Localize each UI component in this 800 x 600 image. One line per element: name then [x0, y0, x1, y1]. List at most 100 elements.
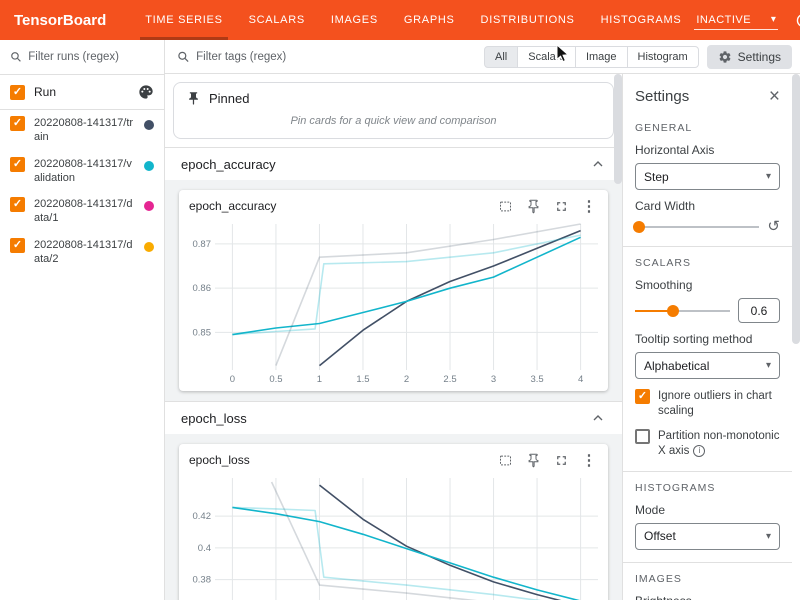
run-label: 20220808-141317/train	[34, 116, 135, 145]
card-title: epoch_accuracy	[189, 199, 276, 213]
card-header: epoch_loss ⋮	[179, 444, 608, 472]
theme-toggle-icon[interactable]	[793, 10, 800, 30]
svg-text:0.85: 0.85	[193, 327, 212, 338]
nav-tab-histograms[interactable]: HISTOGRAMS	[588, 0, 695, 40]
section-header-epoch-accuracy[interactable]: epoch_accuracy	[165, 147, 622, 180]
chevron-up-icon[interactable]	[590, 410, 606, 426]
partition-x-axis-row[interactable]: Partition non-monotonic X axisi	[635, 429, 780, 459]
svg-text:3: 3	[491, 374, 496, 385]
main-column: All Scalars Image Histogram Settings Pin…	[165, 40, 800, 600]
line-chart-epoch-accuracy[interactable]: 00.511.522.533.540.850.860.87	[181, 218, 606, 386]
slider-thumb[interactable]	[633, 221, 645, 233]
settings-panel: Settings × GENERAL Horizontal Axis Step …	[622, 74, 800, 600]
run-color-dot	[144, 161, 154, 171]
card-actions: ⋮	[496, 451, 598, 469]
partition-x-axis-label: Partition non-monotonic X axis	[658, 430, 779, 457]
scalar-card-epoch-loss: epoch_loss ⋮ 00.511.522.533.540.360.380.…	[179, 444, 608, 600]
scalar-card-epoch-accuracy: epoch_accuracy ⋮ 00.511.522.533.540.850.…	[179, 190, 608, 391]
section-epoch-accuracy: epoch_accuracy epoch_accuracy	[165, 147, 622, 401]
fullscreen-icon[interactable]	[552, 451, 570, 469]
close-icon[interactable]: ×	[769, 87, 780, 106]
gear-icon	[718, 50, 732, 64]
card-width-slider[interactable]	[635, 220, 759, 234]
more-options-icon[interactable]: ⋮	[580, 451, 598, 469]
panel-scrollbar-thumb[interactable]	[792, 74, 800, 344]
horizontal-axis-select[interactable]: Step ▾	[635, 163, 780, 190]
fit-domain-icon[interactable]	[496, 451, 514, 469]
nav-tab-graphs[interactable]: GRAPHS	[391, 0, 468, 40]
pin-card-icon[interactable]	[524, 451, 542, 469]
section-title: epoch_accuracy	[181, 157, 276, 172]
smoothing-label: Smoothing	[635, 278, 780, 292]
svg-text:2.5: 2.5	[443, 374, 456, 385]
tag-filter-scalars[interactable]: Scalars	[517, 46, 576, 68]
run-list-item-train[interactable]: 20220808-141317/train	[0, 110, 164, 151]
select-all-runs-checkbox[interactable]	[10, 85, 25, 100]
svg-text:1: 1	[317, 374, 322, 385]
nav-tab-scalars[interactable]: SCALARS	[236, 0, 318, 40]
card-area: epoch_accuracy ⋮ 00.511.522.533.540.850.…	[165, 180, 622, 401]
nav-tab-time-series[interactable]: TIME SERIES	[132, 0, 235, 40]
panel-scrollbar[interactable]	[792, 74, 800, 600]
runs-sidebar: Run 20220808-141317/train 20220808-14131…	[0, 40, 165, 600]
run-list-item-data-2[interactable]: 20220808-141317/data/2	[0, 232, 164, 273]
partition-x-axis-checkbox[interactable]	[635, 429, 650, 444]
info-icon[interactable]: i	[693, 445, 705, 457]
run-color-dot	[144, 120, 154, 130]
header-actions: INACTIVE ▾ ?	[694, 10, 800, 30]
line-chart-epoch-loss[interactable]: 00.511.522.533.540.360.380.40.42	[181, 472, 606, 600]
smoothing-row	[635, 298, 780, 323]
tag-filter-all[interactable]: All	[484, 46, 518, 68]
section-header-epoch-loss[interactable]: epoch_loss	[165, 401, 622, 434]
run-checkbox[interactable]	[10, 157, 25, 172]
divider	[623, 246, 792, 247]
histogram-mode-value: Offset	[644, 529, 676, 543]
app-title[interactable]: TensorBoard	[14, 12, 106, 29]
smoothing-input[interactable]	[738, 298, 780, 323]
run-checkbox[interactable]	[10, 116, 25, 131]
run-checkbox[interactable]	[10, 197, 25, 212]
chevron-down-icon: ▾	[771, 14, 777, 25]
settings-panel-content: Settings × GENERAL Horizontal Axis Step …	[623, 74, 792, 600]
tag-filter-histogram[interactable]: Histogram	[627, 46, 699, 68]
fit-domain-icon[interactable]	[496, 197, 514, 215]
ignore-outliers-checkbox[interactable]	[635, 389, 650, 404]
svg-text:0: 0	[230, 374, 235, 385]
more-options-icon[interactable]: ⋮	[580, 197, 598, 215]
reset-icon[interactable]: ↺	[767, 219, 780, 234]
filter-tags-input[interactable]	[196, 51, 476, 63]
general-heading: GENERAL	[635, 122, 780, 134]
section-title: epoch_loss	[181, 411, 247, 426]
ignore-outliers-row[interactable]: Ignore outliers in chart scaling	[635, 389, 780, 419]
slider-thumb[interactable]	[667, 305, 679, 317]
nav-tab-distributions[interactable]: DISTRIBUTIONS	[468, 0, 588, 40]
main-scrollbar-thumb[interactable]	[614, 74, 622, 184]
card-header: epoch_accuracy ⋮	[179, 190, 608, 218]
tag-filter-image[interactable]: Image	[575, 46, 628, 68]
pin-card-icon[interactable]	[524, 197, 542, 215]
run-select-all-row[interactable]: Run	[0, 75, 164, 110]
main-scrollbar[interactable]	[614, 74, 622, 600]
run-list-item-validation[interactable]: 20220808-141317/validation	[0, 151, 164, 192]
run-list-item-data-1[interactable]: 20220808-141317/data/1	[0, 191, 164, 232]
fullscreen-icon[interactable]	[552, 197, 570, 215]
nav-tab-images[interactable]: IMAGES	[318, 0, 391, 40]
svg-text:0.42: 0.42	[193, 511, 212, 522]
pinned-empty-message: Pin cards for a quick view and compariso…	[174, 112, 613, 128]
smoothing-slider[interactable]	[635, 304, 730, 318]
filter-runs-input[interactable]	[28, 51, 154, 63]
horizontal-axis-label: Horizontal Axis	[635, 143, 780, 157]
run-color-dot	[144, 242, 154, 252]
run-checkbox[interactable]	[10, 238, 25, 253]
histogram-mode-select[interactable]: Offset ▾	[635, 523, 780, 550]
data-status-select[interactable]: INACTIVE ▾	[694, 11, 778, 30]
settings-button[interactable]: Settings	[707, 45, 792, 69]
search-icon	[177, 50, 190, 64]
ignore-outliers-label: Ignore outliers in chart scaling	[658, 389, 780, 419]
card-title: epoch_loss	[189, 453, 250, 467]
app-header: TensorBoard TIME SERIES SCALARS IMAGES G…	[0, 0, 800, 40]
tooltip-sorting-select[interactable]: Alphabetical ▾	[635, 352, 780, 379]
chevron-up-icon[interactable]	[590, 156, 606, 172]
palette-icon[interactable]	[138, 84, 154, 100]
histograms-heading: HISTOGRAMS	[635, 482, 780, 494]
